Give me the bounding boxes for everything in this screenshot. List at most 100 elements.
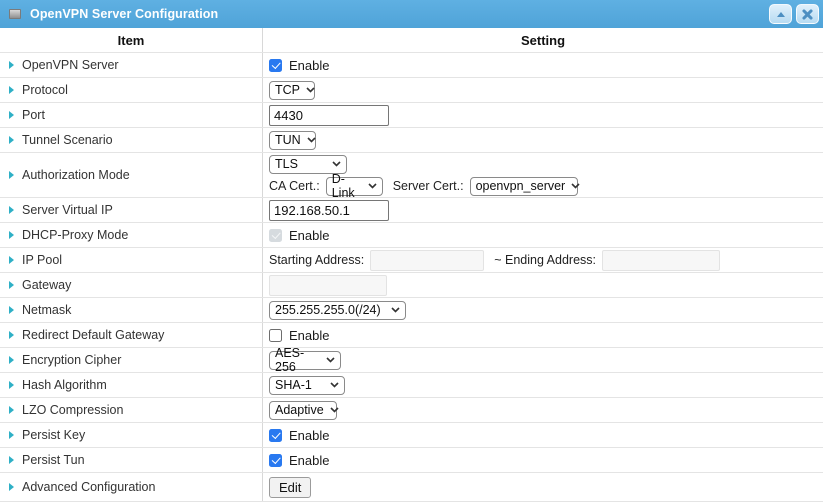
dhcp-proxy-enable-checkbox [269,229,282,242]
chevron-down-icon [330,407,339,413]
close-icon [802,9,813,20]
chevron-down-icon [571,183,580,189]
row-persist-key: Persist Key Enable [0,423,823,448]
row-encryption-cipher: Encryption Cipher AES-256 [0,348,823,373]
chevron-down-icon [307,137,316,143]
bullet-arrow-icon [9,483,14,491]
item-label: Persist Key [22,428,85,442]
row-dhcp-proxy-mode: DHCP-Proxy Mode Enable [0,223,823,248]
item-label: Advanced Configuration [22,480,155,494]
window-icon [9,9,21,19]
gateway-input [269,275,387,296]
bullet-arrow-icon [9,171,14,179]
item-label: IP Pool [22,253,62,267]
select-value: Adaptive [275,403,324,417]
row-server-virtual-ip: Server Virtual IP [0,198,823,223]
starting-address-label: Starting Address: [269,253,364,267]
enable-label: Enable [289,453,329,468]
select-value: TLS [275,157,298,171]
select-value: 255.255.255.0(/24) [275,303,381,317]
encryption-cipher-select[interactable]: AES-256 [269,351,341,370]
bullet-arrow-icon [9,431,14,439]
server-cert-select[interactable]: openvpn_server [470,177,578,196]
item-label: Tunnel Scenario [22,133,113,147]
collapse-arrow-icon [777,12,785,17]
chevron-down-icon [306,87,315,93]
bullet-arrow-icon [9,61,14,69]
row-hash-algorithm: Hash Algorithm SHA-1 [0,373,823,398]
bullet-arrow-icon [9,306,14,314]
row-gateway: Gateway [0,273,823,298]
select-value: openvpn_server [476,179,566,193]
row-port: Port [0,103,823,128]
bullet-arrow-icon [9,231,14,239]
port-input[interactable] [269,105,389,126]
column-header-item: Item [0,28,263,52]
configuration-table: Item Setting OpenVPN Server Enable Proto… [0,28,823,502]
item-label: Netmask [22,303,71,317]
redirect-default-gateway-enable-checkbox[interactable] [269,329,282,342]
persist-key-enable-checkbox[interactable] [269,429,282,442]
authorization-mode-select[interactable]: TLS [269,155,347,174]
enable-label: Enable [289,228,329,243]
lzo-compression-select[interactable]: Adaptive [269,401,337,420]
row-lzo-compression: LZO Compression Adaptive [0,398,823,423]
item-label: Encryption Cipher [22,353,121,367]
select-value: D-Link [332,172,362,200]
bullet-arrow-icon [9,356,14,364]
hash-algorithm-select[interactable]: SHA-1 [269,376,345,395]
server-cert-label: Server Cert.: [393,179,464,193]
chevron-down-icon [332,161,341,167]
row-openvpn-server: OpenVPN Server Enable [0,53,823,78]
row-redirect-default-gateway: Redirect Default Gateway Enable [0,323,823,348]
panel-title: OpenVPN Server Configuration [30,7,218,21]
openvpn-server-enable-checkbox[interactable] [269,59,282,72]
select-value: AES-256 [275,346,320,374]
item-label: Redirect Default Gateway [22,328,164,342]
bullet-arrow-icon [9,86,14,94]
chevron-down-icon [326,357,335,363]
enable-label: Enable [289,58,329,73]
item-label: Protocol [22,83,68,97]
ending-address-label: ~ Ending Address: [494,253,596,267]
bullet-arrow-icon [9,456,14,464]
row-advanced-configuration: Advanced Configuration Edit [0,473,823,502]
collapse-button[interactable] [769,4,792,24]
advanced-configuration-edit-button[interactable]: Edit [269,477,311,498]
ca-cert-label: CA Cert.: [269,179,320,193]
bullet-arrow-icon [9,281,14,289]
select-value: TCP [275,83,300,97]
row-protocol: Protocol TCP [0,78,823,103]
chevron-down-icon [368,183,377,189]
bullet-arrow-icon [9,381,14,389]
table-header-row: Item Setting [0,28,823,53]
select-value: TUN [275,133,301,147]
titlebar-buttons [769,4,819,24]
tunnel-scenario-select[interactable]: TUN [269,131,316,150]
bullet-arrow-icon [9,111,14,119]
column-header-setting: Setting [263,28,823,52]
persist-tun-enable-checkbox[interactable] [269,454,282,467]
row-ip-pool: IP Pool Starting Address: ~ Ending Addre… [0,248,823,273]
row-persist-tun: Persist Tun Enable [0,448,823,473]
server-virtual-ip-input[interactable] [269,200,389,221]
netmask-select[interactable]: 255.255.255.0(/24) [269,301,406,320]
ip-pool-starting-input [370,250,484,271]
ip-pool-ending-input [602,250,720,271]
item-label: Persist Tun [22,453,85,467]
titlebar: OpenVPN Server Configuration [0,0,823,28]
item-label: Gateway [22,278,71,292]
row-tunnel-scenario: Tunnel Scenario TUN [0,128,823,153]
row-netmask: Netmask 255.255.255.0(/24) [0,298,823,323]
item-label: Port [22,108,45,122]
openvpn-server-configuration-panel: OpenVPN Server Configuration Item Settin… [0,0,823,502]
chevron-down-icon [330,382,339,388]
bullet-arrow-icon [9,256,14,264]
protocol-select[interactable]: TCP [269,81,315,100]
item-label: LZO Compression [22,403,123,417]
bullet-arrow-icon [9,406,14,414]
close-button[interactable] [796,4,819,24]
bullet-arrow-icon [9,331,14,339]
item-label: Hash Algorithm [22,378,107,392]
ca-cert-select[interactable]: D-Link [326,177,383,196]
